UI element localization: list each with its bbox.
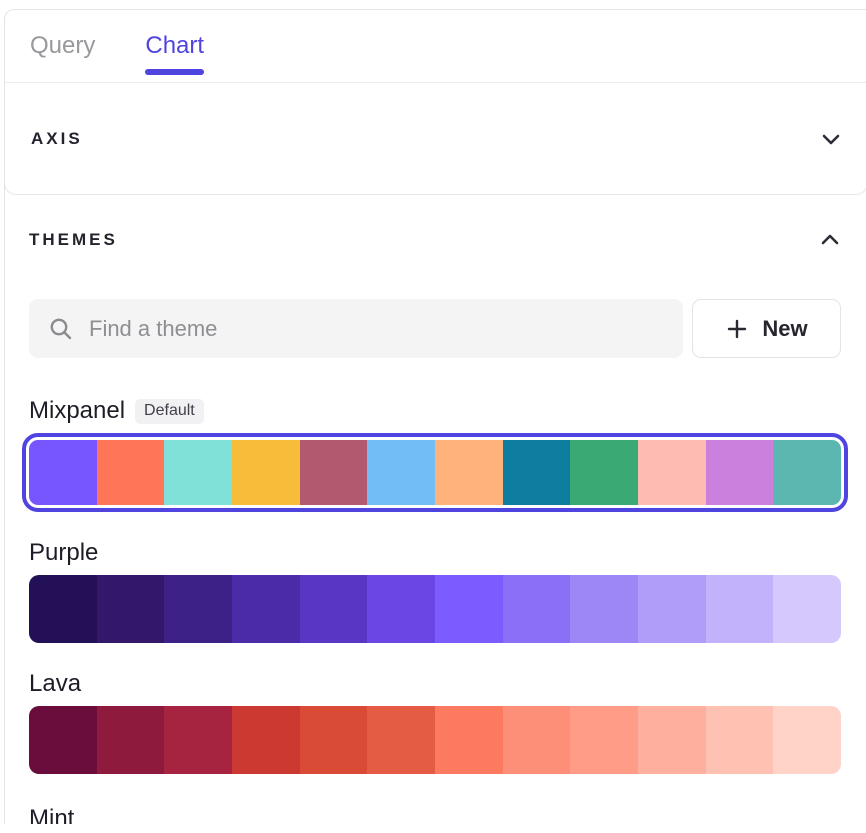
theme-row-purple: Purple bbox=[29, 538, 841, 643]
color-swatch bbox=[367, 706, 435, 774]
theme-palette-purple[interactable] bbox=[29, 575, 841, 643]
theme-name: Purple bbox=[29, 539, 98, 567]
theme-search-input[interactable] bbox=[89, 316, 665, 342]
color-swatch bbox=[29, 440, 97, 505]
themes-section-title: THEMES bbox=[29, 230, 118, 250]
color-swatch bbox=[232, 575, 300, 643]
tab-chart-label: Chart bbox=[145, 32, 204, 60]
color-swatch bbox=[706, 706, 774, 774]
theme-row-lava: Lava bbox=[29, 669, 841, 774]
chart-settings-panel: Query Chart AXIS THEMES bbox=[4, 9, 866, 824]
theme-name: Mixpanel bbox=[29, 397, 125, 425]
color-swatch bbox=[300, 440, 368, 505]
tab-query[interactable]: Query bbox=[30, 10, 95, 82]
theme-head: Mixpanel Default bbox=[29, 396, 841, 426]
color-swatch bbox=[435, 440, 503, 505]
tab-bar: Query Chart bbox=[5, 10, 866, 83]
theme-head: Purple bbox=[29, 538, 841, 568]
chevron-down-icon[interactable] bbox=[820, 128, 842, 150]
color-swatch bbox=[503, 440, 571, 505]
color-swatch bbox=[435, 706, 503, 774]
theme-palette-mixpanel[interactable] bbox=[29, 440, 841, 505]
color-swatch bbox=[232, 440, 300, 505]
theme-head: Lava bbox=[29, 669, 841, 699]
new-theme-button-label: New bbox=[762, 316, 807, 342]
axis-section[interactable]: AXIS bbox=[4, 83, 866, 195]
tab-query-label: Query bbox=[30, 32, 95, 60]
color-swatch bbox=[300, 706, 368, 774]
new-theme-button[interactable]: New bbox=[692, 299, 841, 358]
color-swatch bbox=[638, 440, 706, 505]
themes-section-header[interactable]: THEMES bbox=[29, 229, 841, 251]
color-swatch bbox=[503, 706, 571, 774]
color-swatch bbox=[570, 706, 638, 774]
color-swatch bbox=[570, 575, 638, 643]
color-swatch bbox=[706, 440, 774, 505]
default-badge: Default bbox=[135, 399, 204, 424]
color-swatch bbox=[300, 575, 368, 643]
color-swatch bbox=[29, 706, 97, 774]
color-swatch bbox=[164, 575, 232, 643]
color-swatch bbox=[773, 575, 841, 643]
themes-section: THEMES New bbox=[5, 229, 866, 824]
color-swatch bbox=[706, 575, 774, 643]
search-icon bbox=[48, 316, 74, 342]
color-swatch bbox=[29, 575, 97, 643]
color-swatch bbox=[503, 575, 571, 643]
theme-name: Mint bbox=[29, 805, 74, 824]
color-swatch bbox=[367, 575, 435, 643]
chevron-up-icon[interactable] bbox=[819, 229, 841, 251]
selected-theme-ring bbox=[22, 433, 848, 512]
color-swatch bbox=[232, 706, 300, 774]
theme-row-mixpanel: Mixpanel Default bbox=[29, 396, 841, 512]
color-swatch bbox=[773, 706, 841, 774]
color-swatch bbox=[773, 440, 841, 505]
color-swatch bbox=[164, 706, 232, 774]
color-swatch bbox=[97, 706, 165, 774]
color-swatch bbox=[435, 575, 503, 643]
active-tab-indicator bbox=[145, 69, 204, 75]
theme-search-box[interactable] bbox=[29, 299, 683, 358]
theme-search-row: New bbox=[29, 299, 841, 358]
theme-name: Lava bbox=[29, 670, 81, 698]
tab-chart[interactable]: Chart bbox=[145, 10, 204, 82]
color-swatch bbox=[638, 706, 706, 774]
theme-head: Mint bbox=[29, 804, 841, 824]
theme-row-mint: Mint bbox=[29, 804, 841, 824]
plus-icon bbox=[725, 317, 749, 341]
color-swatch bbox=[367, 440, 435, 505]
theme-palette-lava[interactable] bbox=[29, 706, 841, 774]
color-swatch bbox=[97, 575, 165, 643]
color-swatch bbox=[570, 440, 638, 505]
axis-section-title: AXIS bbox=[31, 129, 83, 149]
color-swatch bbox=[638, 575, 706, 643]
color-swatch bbox=[97, 440, 165, 505]
color-swatch bbox=[164, 440, 232, 505]
